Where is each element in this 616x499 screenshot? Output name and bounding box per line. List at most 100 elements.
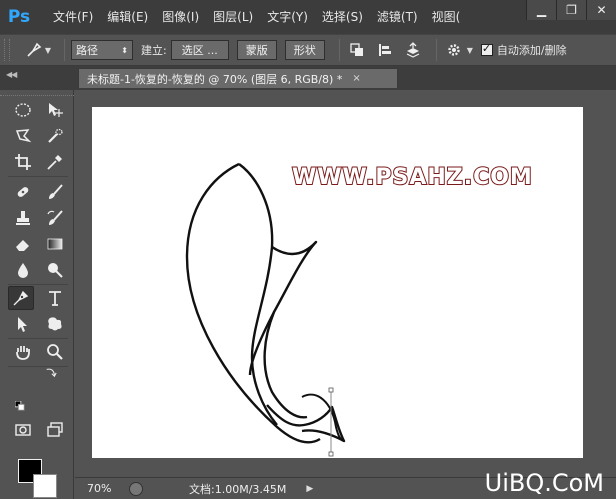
- status-menu-arrow-icon[interactable]: ▶: [306, 484, 313, 494]
- zoom-level[interactable]: 70%: [75, 482, 115, 495]
- background-color-swatch[interactable]: [33, 474, 57, 498]
- toolbox-divider: [8, 176, 68, 177]
- marquee-icon: [15, 103, 31, 117]
- minimize-button[interactable]: ▁: [526, 0, 556, 20]
- blur-tool[interactable]: [10, 258, 36, 282]
- healing-brush-icon: [17, 187, 29, 197]
- eyedropper-icon: [47, 155, 62, 170]
- path-artwork[interactable]: [92, 107, 583, 458]
- swap-colors-button[interactable]: [44, 365, 58, 379]
- move-icon: [49, 103, 63, 117]
- options-grip[interactable]: [4, 39, 10, 61]
- zoom-tool[interactable]: [42, 340, 68, 364]
- menu-type[interactable]: 文字(Y): [260, 0, 315, 34]
- path-arrangement-button[interactable]: [402, 39, 424, 61]
- history-brush-tool[interactable]: [42, 206, 68, 230]
- menu-file[interactable]: 文件(F): [46, 0, 100, 34]
- menu-filter[interactable]: 滤镜(T): [370, 0, 425, 34]
- menu-layer[interactable]: 图层(L): [206, 0, 260, 34]
- quick-mask-icon: [15, 424, 31, 436]
- path-operations-icon: [350, 43, 363, 56]
- clone-stamp-tool[interactable]: [10, 206, 36, 230]
- canvas-watermark-text: WWW.PSAHZ.COM WWW.PSAHZ.COM: [291, 164, 533, 191]
- document-workspace: WWW.PSAHZ.COM WWW.PSAHZ.COM: [75, 90, 616, 473]
- toolbox-grip[interactable]: [0, 90, 74, 96]
- make-shape-button[interactable]: 形状: [284, 40, 325, 60]
- hand-tool[interactable]: [10, 340, 36, 364]
- eraser-icon: [16, 240, 29, 251]
- move-tool[interactable]: [42, 98, 68, 122]
- zoom-icon: [47, 344, 63, 360]
- dodge-icon: [48, 263, 63, 278]
- path-outline-tail-inner: [263, 311, 308, 419]
- document-size-info: 文档:1.00M/3.45M: [189, 482, 287, 496]
- tool-preset-picker[interactable]: ▼: [18, 38, 58, 62]
- auto-add-delete-checkbox[interactable]: [480, 42, 493, 56]
- status-info-icon[interactable]: [129, 481, 143, 496]
- dodge-tool[interactable]: [42, 258, 68, 282]
- gradient-tool[interactable]: [42, 232, 68, 256]
- path-alignment-button[interactable]: [374, 39, 396, 61]
- eraser-tool[interactable]: [10, 232, 36, 256]
- pen-mode-select[interactable]: 路径 ⬍: [71, 40, 133, 60]
- document-tab-title: 未标题-1-恢复的-恢复的 @ 70% (图层 6, RGB/8) *: [87, 72, 343, 86]
- pen-tool[interactable]: [8, 286, 34, 310]
- toolbox-divider: [8, 284, 68, 285]
- chevron-down-icon: ▼: [466, 45, 473, 55]
- custom-shape-tool[interactable]: [42, 312, 68, 336]
- document-tab[interactable]: 未标题-1-恢复的-恢复的 @ 70% (图层 6, RGB/8) * ×: [78, 68, 398, 88]
- quick-mask-button[interactable]: [10, 418, 36, 442]
- path-anchor-point-bottom: [328, 451, 334, 457]
- lasso-icon: [15, 129, 32, 143]
- shape-icon: [48, 317, 62, 331]
- options-bar: ▼ 路径 ⬍ 建立: 选区 ... 蒙版 形状 ▼ 自动添加/删除: [0, 34, 616, 66]
- stamp-icon: [16, 211, 30, 225]
- toolbox-divider: [8, 366, 68, 367]
- healing-brush-tool[interactable]: [10, 180, 36, 204]
- type-tool[interactable]: [42, 286, 68, 310]
- make-mask-button[interactable]: 蒙版: [236, 40, 277, 60]
- pen-mode-value: 路径: [76, 44, 98, 57]
- gradient-icon: [47, 238, 63, 250]
- default-colors-button[interactable]: [14, 400, 26, 412]
- toolbox: [0, 90, 74, 499]
- geometry-options-button[interactable]: [443, 39, 465, 61]
- chevron-down-icon: ▼: [44, 45, 52, 55]
- auto-add-delete-label: 自动添加/删除: [496, 44, 567, 57]
- divider: [64, 39, 65, 61]
- make-label: 建立:: [141, 44, 167, 57]
- collapse-arrows-icon[interactable]: ◀◀: [6, 70, 17, 79]
- restore-button[interactable]: ❐: [556, 0, 586, 20]
- pen-tool-icon: [13, 290, 29, 306]
- make-selection-button[interactable]: 选区 ...: [170, 40, 229, 60]
- menu-view[interactable]: 视图(: [425, 0, 468, 34]
- menu-image[interactable]: 图像(I): [155, 0, 206, 34]
- path-select-icon: [18, 317, 27, 332]
- divider: [435, 39, 437, 61]
- menu-items: 文件(F) 编辑(E) 图像(I) 图层(L) 文字(Y) 选择(S) 滤镜(T…: [46, 0, 467, 34]
- canvas-watermark-inner: WWW.PSAHZ.COM: [292, 165, 533, 190]
- brush-tool[interactable]: [42, 180, 68, 204]
- screen-mode-button[interactable]: [42, 418, 68, 442]
- gear-icon: [448, 44, 460, 56]
- document-canvas[interactable]: WWW.PSAHZ.COM WWW.PSAHZ.COM: [92, 107, 583, 458]
- path-selection-tool[interactable]: [10, 312, 36, 336]
- crop-tool[interactable]: [10, 150, 36, 174]
- eyedropper-tool[interactable]: [42, 150, 68, 174]
- path-operations-button[interactable]: [346, 39, 368, 61]
- brush-icon: [49, 184, 63, 199]
- quick-selection-tool[interactable]: [42, 124, 68, 148]
- path-arrangement-icon: [406, 42, 419, 58]
- menu-select[interactable]: 选择(S): [315, 0, 370, 34]
- photoshop-logo: Ps: [7, 7, 31, 27]
- path-outline-body: [185, 162, 321, 444]
- quick-select-icon: [48, 128, 63, 143]
- screen-mode-icon: [47, 422, 63, 437]
- default-colors-icon: [15, 401, 25, 411]
- menu-edit[interactable]: 编辑(E): [100, 0, 155, 34]
- lasso-tool[interactable]: [10, 124, 36, 148]
- close-button[interactable]: ✕: [586, 0, 616, 20]
- marquee-tool[interactable]: [10, 98, 36, 122]
- close-icon[interactable]: ×: [352, 73, 360, 84]
- menu-bar: Ps 文件(F) 编辑(E) 图像(I) 图层(L) 文字(Y) 选择(S) 滤…: [0, 0, 616, 34]
